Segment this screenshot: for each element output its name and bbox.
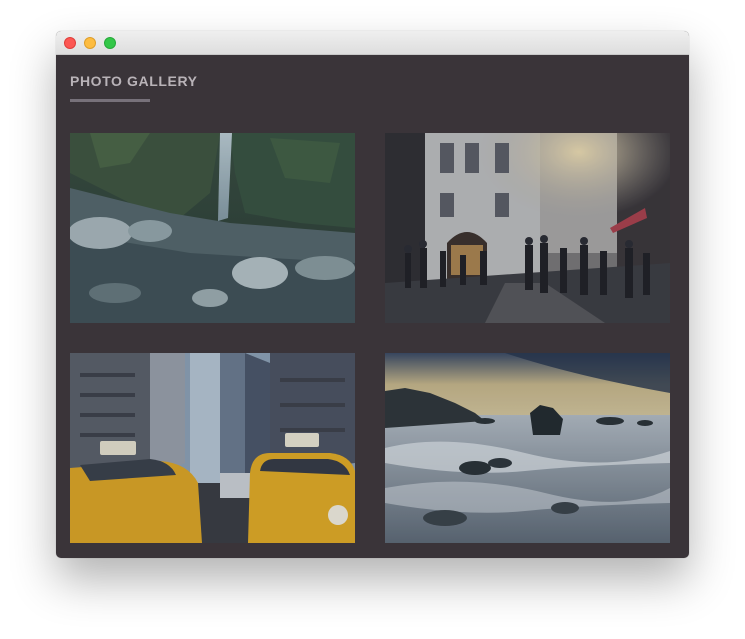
minimize-window-button[interactable] xyxy=(84,37,96,49)
gallery-photo-city-street[interactable] xyxy=(385,133,670,323)
title-underline xyxy=(70,99,150,102)
gallery-content: PHOTO GALLERY xyxy=(56,55,689,558)
title-bar xyxy=(56,31,689,55)
gallery-photo-taxis[interactable] xyxy=(70,353,355,543)
maximize-window-button[interactable] xyxy=(104,37,116,49)
gallery-title: PHOTO GALLERY xyxy=(70,73,198,89)
app-window: PHOTO GALLERY xyxy=(56,31,689,558)
taxis-photo-image xyxy=(70,353,355,543)
gallery-photo-seashore[interactable] xyxy=(385,353,670,543)
close-window-button[interactable] xyxy=(64,37,76,49)
city-street-photo-image xyxy=(385,133,670,323)
gallery-photo-waterfall[interactable] xyxy=(70,133,355,323)
waterfall-photo-image xyxy=(70,133,355,323)
seashore-photo-image xyxy=(385,353,670,543)
